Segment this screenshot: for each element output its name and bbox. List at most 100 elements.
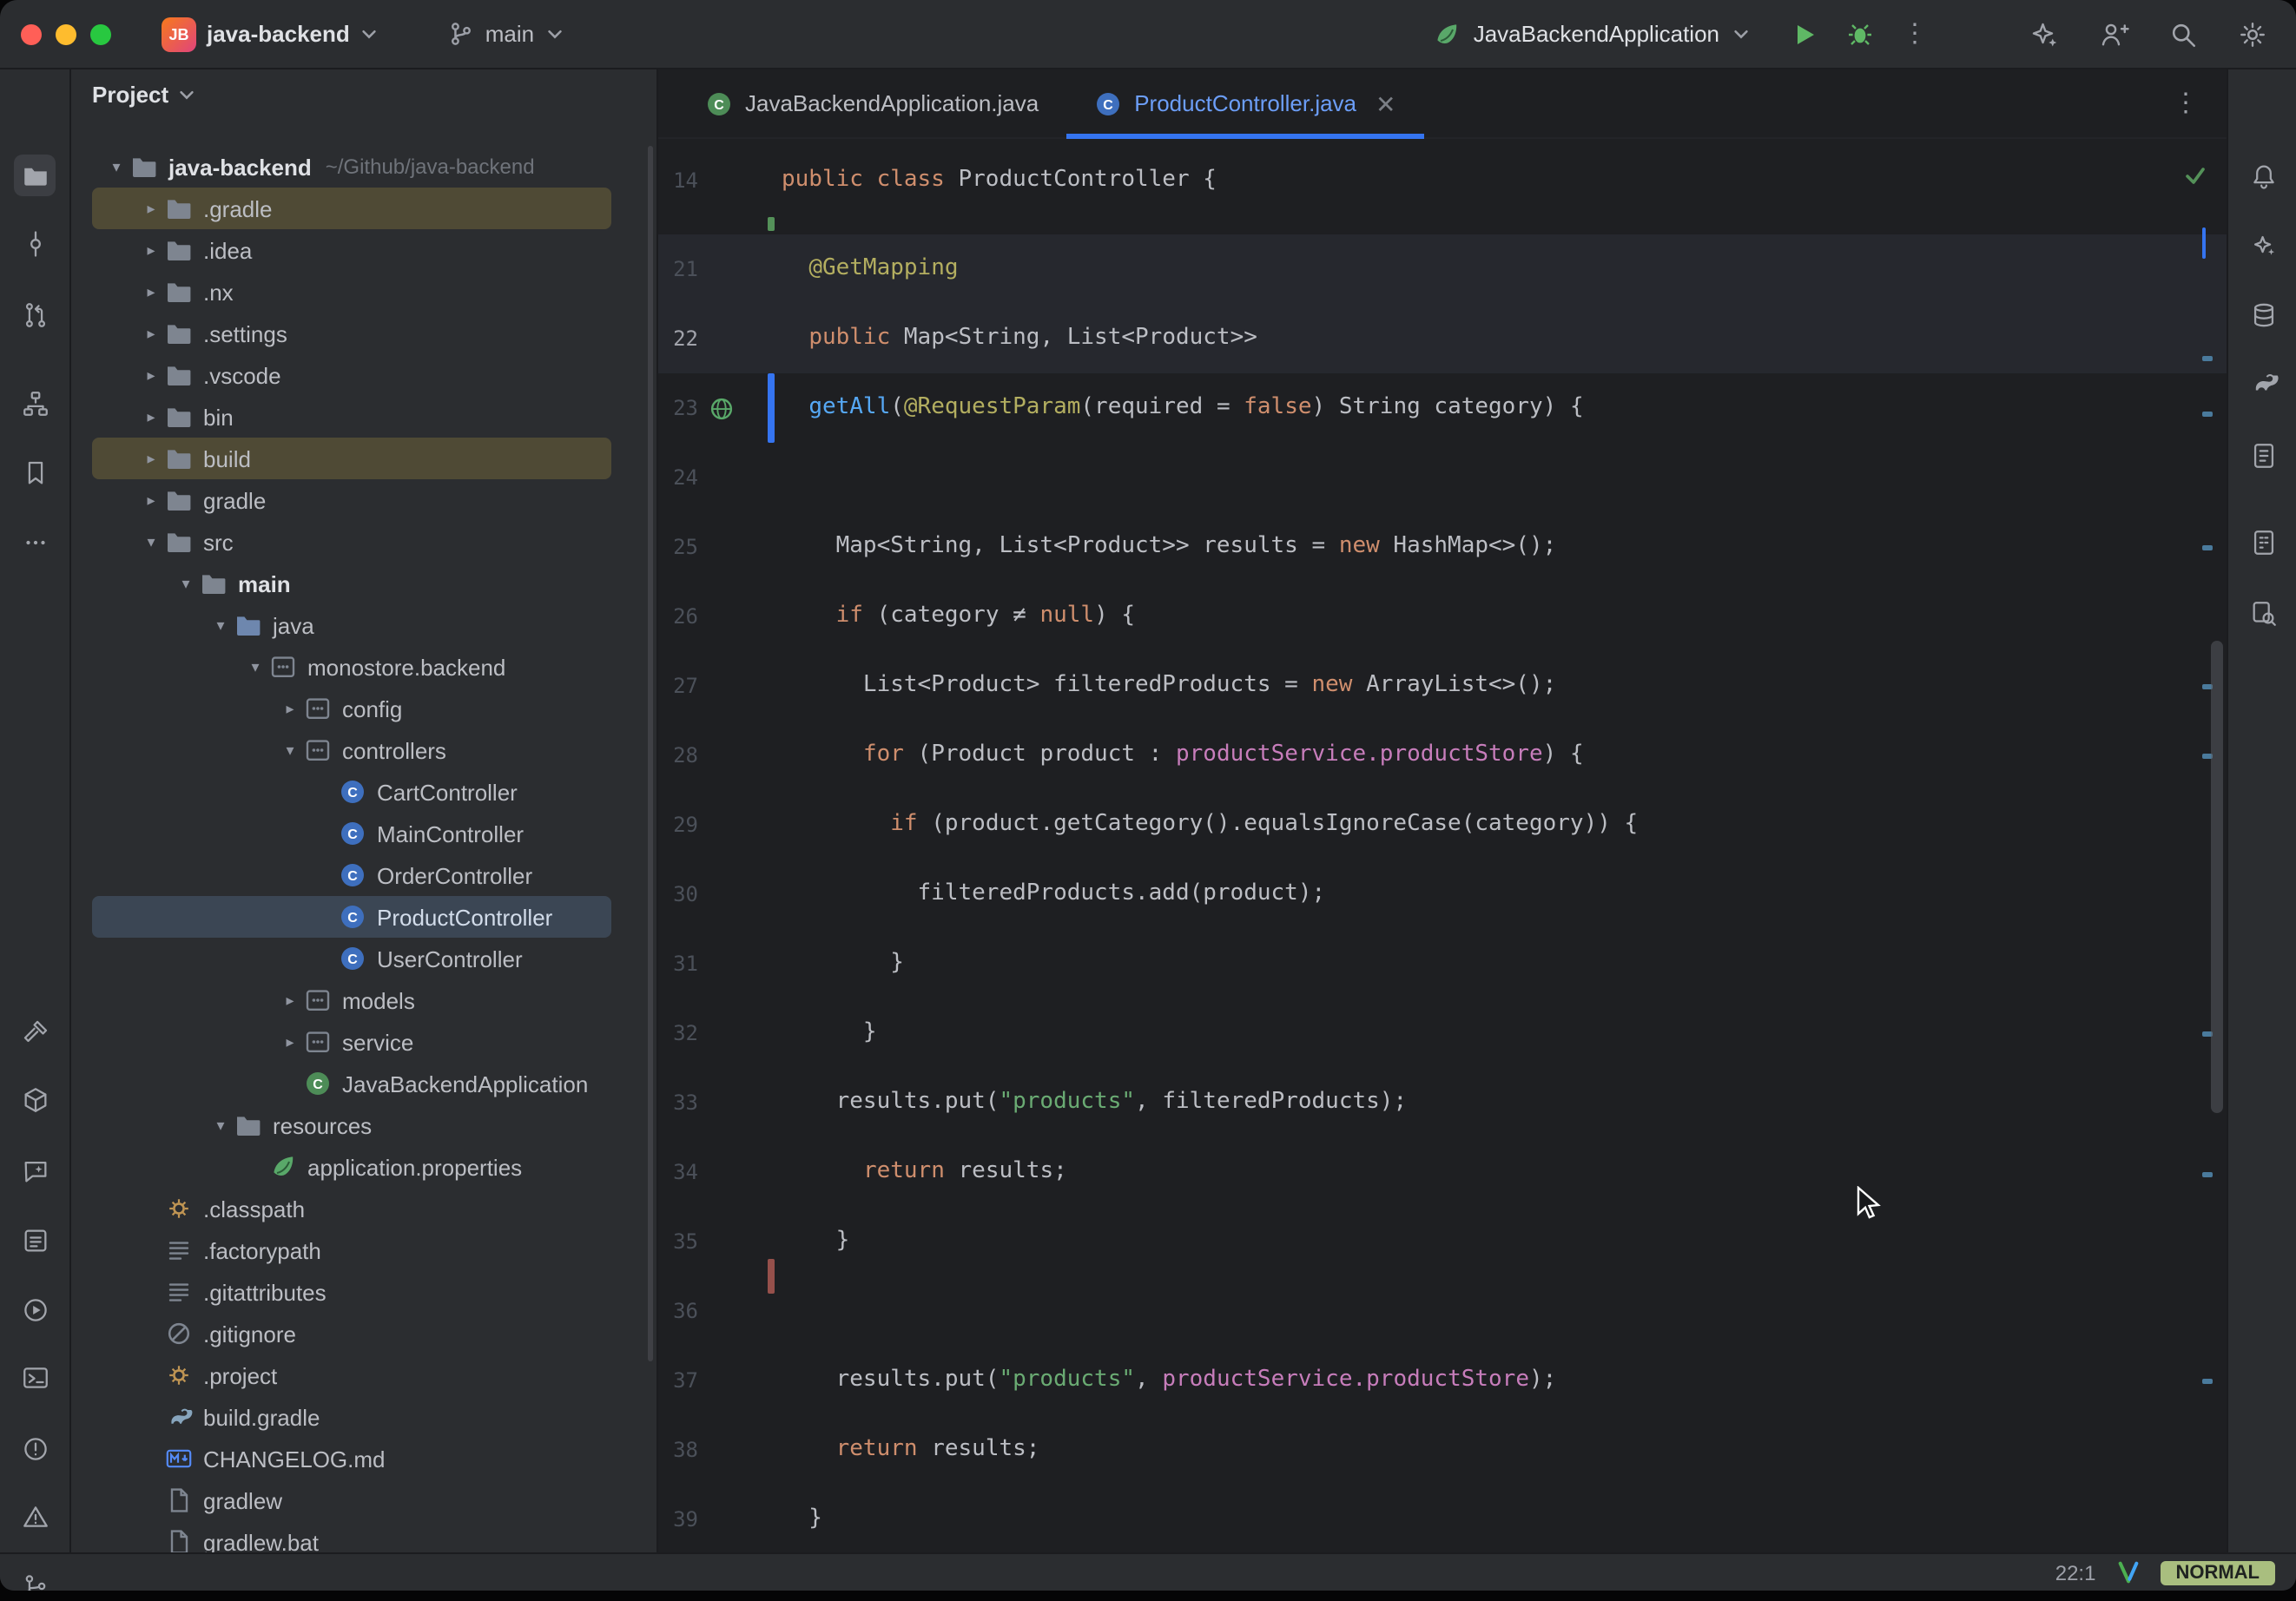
editor-options-icon[interactable]: ⋮: [2173, 90, 2199, 116]
warnings-tool-icon[interactable]: [14, 1495, 56, 1537]
project-scrollbar[interactable]: [648, 146, 653, 1361]
project-panel-header[interactable]: Project: [71, 69, 656, 118]
notifications-icon[interactable]: [2242, 155, 2284, 196]
search-everywhere-icon[interactable]: [2167, 18, 2199, 49]
tree-item--classpath[interactable]: .classpath: [92, 1188, 611, 1229]
tree-item-gradle[interactable]: ▸gradle: [92, 479, 611, 521]
chevron-collapsed-icon[interactable]: ▸: [276, 699, 304, 718]
close-tab-icon[interactable]: ✕: [1376, 91, 1395, 115]
database-tool-icon[interactable]: [2242, 293, 2284, 335]
tree-item-models[interactable]: ▸models: [92, 979, 611, 1021]
tree-item-productcontroller[interactable]: CProductController: [92, 896, 611, 938]
ai-assistant-icon[interactable]: [2029, 18, 2060, 49]
tree-item-usercontroller[interactable]: CUserController: [92, 938, 611, 979]
chevron-expanded-icon[interactable]: ▾: [207, 616, 234, 635]
commit-tool-icon[interactable]: [14, 222, 56, 264]
chevron-collapsed-icon[interactable]: ▸: [137, 491, 165, 510]
terminal-tool-icon[interactable]: [14, 1356, 56, 1398]
code-line-35[interactable]: 35 }: [658, 1207, 2227, 1276]
line-number[interactable]: 28: [658, 721, 698, 790]
gradle-tool-icon[interactable]: [2242, 361, 2284, 403]
caret-position[interactable]: 22:1: [2055, 1560, 2096, 1585]
tree-item-ordercontroller[interactable]: COrderController: [92, 854, 611, 896]
branch-selector[interactable]: main: [437, 16, 576, 52]
ai-chat-tool-icon[interactable]: [14, 1150, 56, 1191]
tree-item-gradlew-bat[interactable]: gradlew.bat: [92, 1521, 611, 1552]
code-line-36[interactable]: 36: [658, 1276, 2227, 1346]
tree-item-java-backend[interactable]: ▾java-backend~/Github/java-backend: [92, 146, 611, 188]
code-line-26[interactable]: 26 if (category ≠ null) {: [658, 582, 2227, 651]
more-tool-windows-icon[interactable]: [14, 521, 56, 563]
tree-item--idea[interactable]: ▸.idea: [92, 229, 611, 271]
tree-item-maincontroller[interactable]: CMainController: [92, 813, 611, 854]
documentation-tool-icon[interactable]: [2242, 592, 2284, 634]
line-number[interactable]: 38: [658, 1415, 698, 1485]
tree-item-java[interactable]: ▾java: [92, 604, 611, 646]
line-number[interactable]: 32: [658, 998, 698, 1068]
tree-item-controllers[interactable]: ▾controllers: [92, 729, 611, 771]
tree-item--vscode[interactable]: ▸.vscode: [92, 354, 611, 396]
line-number[interactable]: 14: [658, 146, 698, 215]
settings-gear-icon[interactable]: [2237, 18, 2268, 49]
chevron-collapsed-icon[interactable]: ▸: [276, 1032, 304, 1051]
code-line-23[interactable]: 23 getAll(@RequestParam(required = false…: [658, 373, 2227, 443]
chevron-collapsed-icon[interactable]: ▸: [137, 240, 165, 260]
tree-item-application-properties[interactable]: application.properties: [92, 1146, 611, 1188]
titlebar[interactable]: JB java-backend main J: [0, 0, 2296, 69]
line-number[interactable]: 21: [658, 234, 698, 304]
debug-button[interactable]: [1846, 20, 1874, 48]
folded-region[interactable]: [658, 215, 2227, 234]
tree-item-gradlew[interactable]: gradlew: [92, 1479, 611, 1521]
chevron-collapsed-icon[interactable]: ▸: [137, 324, 165, 343]
tree-item-cartcontroller[interactable]: CCartController: [92, 771, 611, 813]
tree-item-src[interactable]: ▾src: [92, 521, 611, 563]
code-line-27[interactable]: 27 List<Product> filteredProducts = new …: [658, 651, 2227, 721]
dependencies-tool-icon[interactable]: [14, 1078, 56, 1120]
chevron-expanded-icon[interactable]: ▾: [241, 657, 269, 676]
line-number[interactable]: 33: [658, 1068, 698, 1137]
tree-item--factorypath[interactable]: .factorypath: [92, 1229, 611, 1271]
tree-item--gradle[interactable]: ▸.gradle: [92, 188, 611, 229]
minimize-window-button[interactable]: [56, 23, 76, 44]
code-line-14[interactable]: 14public class ProductController {: [658, 146, 2227, 215]
line-number[interactable]: 29: [658, 790, 698, 860]
tree-item-changelog-md[interactable]: CHANGELOG.md: [92, 1438, 611, 1479]
line-number[interactable]: 25: [658, 512, 698, 582]
project-tool-icon[interactable]: [14, 155, 56, 196]
code-line-32[interactable]: 32 }: [658, 998, 2227, 1068]
bookmarks-tool-icon[interactable]: [14, 451, 56, 493]
more-run-actions-icon[interactable]: ⋮: [1902, 21, 1928, 47]
code-line-33[interactable]: 33 results.put("products", filteredProdu…: [658, 1068, 2227, 1137]
code-line-21[interactable]: 21 @GetMapping: [658, 234, 2227, 304]
tree-item-service[interactable]: ▸service: [92, 1021, 611, 1063]
code-line-37[interactable]: 37 results.put("products", productServic…: [658, 1346, 2227, 1415]
run-button[interactable]: [1791, 20, 1818, 48]
project-selector[interactable]: JB java-backend: [149, 11, 392, 56]
zoom-window-button[interactable]: [90, 23, 111, 44]
tree-item--gitignore[interactable]: .gitignore: [92, 1313, 611, 1354]
tree-item-build[interactable]: ▸build: [92, 438, 611, 479]
tree-item-build-gradle[interactable]: build.gradle: [92, 1396, 611, 1438]
chevron-expanded-icon[interactable]: ▾: [137, 532, 165, 551]
services-tool-icon[interactable]: [14, 1288, 56, 1330]
code-line-31[interactable]: 31 }: [658, 929, 2227, 998]
code-with-me-icon[interactable]: [2098, 18, 2129, 49]
line-number[interactable]: 35: [658, 1207, 698, 1276]
chevron-collapsed-icon[interactable]: ▸: [137, 449, 165, 468]
persistence-tool-icon[interactable]: [2242, 434, 2284, 476]
version-control-tool-icon[interactable]: [14, 1565, 56, 1591]
tab-productcontroller[interactable]: C ProductController.java ✕: [1066, 69, 1423, 137]
line-number[interactable]: 26: [658, 582, 698, 651]
chevron-expanded-icon[interactable]: ▾: [276, 741, 304, 760]
tree-item--project[interactable]: .project: [92, 1354, 611, 1396]
vim-icon[interactable]: [2116, 1561, 2139, 1584]
code-line-29[interactable]: 29 if (product.getCategory().equalsIgnor…: [658, 790, 2227, 860]
chevron-collapsed-icon[interactable]: ▸: [276, 991, 304, 1010]
code-line-38[interactable]: 38 return results;: [658, 1415, 2227, 1485]
tree-item--nx[interactable]: ▸.nx: [92, 271, 611, 313]
ai-assistant-tool-icon[interactable]: [2242, 224, 2284, 266]
tree-item-main[interactable]: ▾main: [92, 563, 611, 604]
chevron-expanded-icon[interactable]: ▾: [172, 574, 200, 593]
code-line-25[interactable]: 25 Map<String, List<Product>> results = …: [658, 512, 2227, 582]
line-number[interactable]: 22: [658, 304, 698, 373]
